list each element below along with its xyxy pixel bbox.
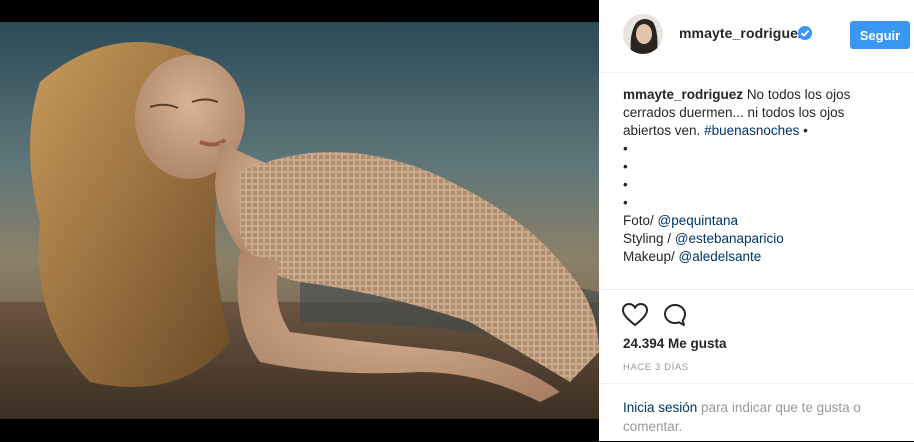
- heart-icon[interactable]: [621, 302, 649, 327]
- post-photo-image: [0, 22, 599, 419]
- login-link[interactable]: Inicia sesión: [623, 400, 697, 415]
- caption-username[interactable]: mmayte_rodriguez: [623, 87, 743, 102]
- caption-bullet: •: [623, 141, 628, 156]
- avatar[interactable]: [623, 14, 663, 54]
- post-username[interactable]: mmayte_rodriguez: [679, 25, 805, 41]
- likes-count[interactable]: 24.394 Me gusta: [623, 336, 727, 351]
- avatar-image: [623, 14, 663, 54]
- post-timestamp[interactable]: HACE 3 DÍAS: [623, 362, 689, 373]
- credit-handle[interactable]: @aledelsante: [679, 249, 762, 264]
- caption-credit-styling: Styling / @estebanaparicio: [623, 231, 784, 246]
- caption-hashtag[interactable]: #buenasnoches: [704, 123, 799, 138]
- verified-badge-icon: [798, 26, 812, 40]
- credit-handle[interactable]: @estebanaparicio: [675, 231, 784, 246]
- comment-icon[interactable]: [663, 303, 687, 327]
- post-header: mmayte_rodriguez Seguir: [599, 0, 914, 73]
- follow-button[interactable]: Seguir: [850, 21, 910, 49]
- instagram-post: mmayte_rodriguez Seguir mmayte_rodriguez…: [0, 0, 914, 441]
- post-caption: mmayte_rodriguez No todos los ojos cerra…: [623, 86, 883, 289]
- caption-bullet: •: [623, 195, 628, 210]
- login-prompt: Inicia sesión para indicar que te gusta …: [599, 383, 914, 442]
- caption-credit-photo: Foto/ @pequintana: [623, 213, 739, 228]
- caption-credit-makeup: Makeup/ @aledelsante: [623, 249, 762, 264]
- post-photo[interactable]: [0, 22, 599, 419]
- caption-bullet: •: [623, 177, 628, 192]
- caption-bullet: •: [623, 159, 628, 174]
- caption-trail: •: [799, 123, 808, 138]
- login-prompt-text: Inicia sesión para indicar que te gusta …: [623, 398, 893, 436]
- post-side-panel: mmayte_rodriguez Seguir mmayte_rodriguez…: [599, 0, 914, 441]
- credit-handle[interactable]: @pequintana: [658, 213, 739, 228]
